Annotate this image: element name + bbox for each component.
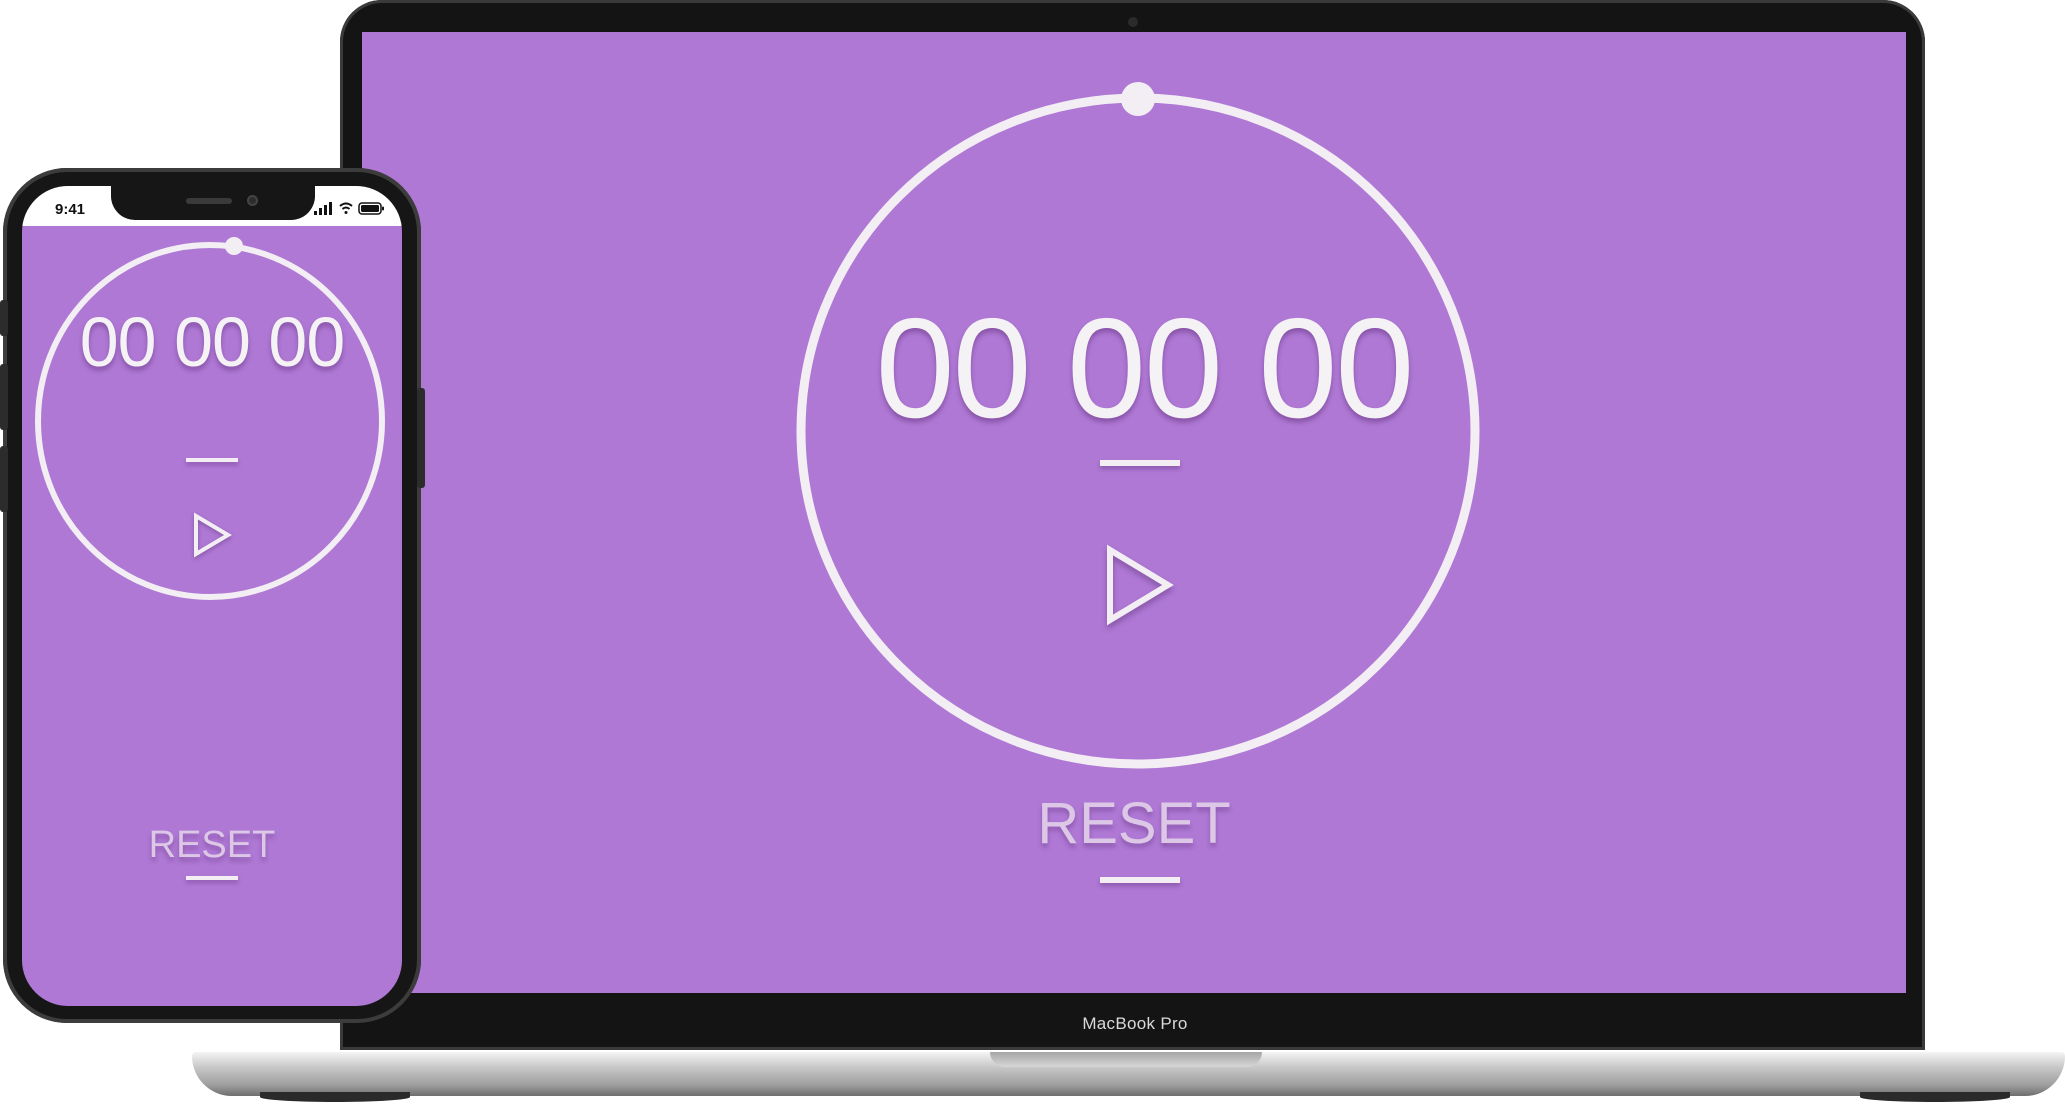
wifi-icon xyxy=(339,202,353,214)
laptop-brand-label: MacBook Pro xyxy=(1082,1014,1188,1033)
status-icons xyxy=(314,202,384,215)
play-icon xyxy=(1107,544,1174,626)
battery-icon xyxy=(358,202,384,215)
timer-underline xyxy=(186,458,238,462)
timer-display: 00 00 00 xyxy=(42,302,382,382)
play-button[interactable] xyxy=(1104,544,1176,626)
phone-volume-up-button xyxy=(0,364,8,430)
timer-hours: 00 xyxy=(79,303,157,381)
timer-display: 00 00 00 xyxy=(844,287,1444,451)
phone-speaker xyxy=(186,198,232,204)
play-button[interactable] xyxy=(192,512,232,558)
play-icon xyxy=(194,512,232,558)
reset-button[interactable]: RESET xyxy=(132,824,292,867)
phone-notch xyxy=(111,186,315,220)
status-time: 9:41 xyxy=(55,201,86,218)
reset-underline xyxy=(186,876,238,880)
laptop-foot-right xyxy=(1860,1092,2010,1102)
timer-hours: 00 xyxy=(875,289,1032,448)
laptop-screen: 00 00 00 RESET xyxy=(362,32,1906,993)
timer-seconds: 00 xyxy=(268,303,345,381)
phone-front-camera xyxy=(247,195,258,206)
laptop-foot-left xyxy=(260,1092,410,1102)
reset-underline xyxy=(1100,877,1180,883)
reset-button[interactable]: RESET xyxy=(1030,790,1238,857)
phone-silent-switch xyxy=(0,300,8,336)
phone-screen: 9:41 00 00 00 RESET xyxy=(22,186,402,1006)
signal-icon xyxy=(314,202,332,215)
phone-side-button xyxy=(417,388,425,488)
timer-minutes: 00 xyxy=(174,303,251,381)
timer-seconds: 00 xyxy=(1258,289,1414,448)
timer-minutes: 00 xyxy=(1067,289,1223,448)
phone-volume-down-button xyxy=(0,446,8,512)
laptop-camera xyxy=(1128,17,1138,27)
timer-ring-handle xyxy=(1121,82,1155,116)
laptop-opening-notch xyxy=(990,1052,1262,1067)
timer-ring-handle xyxy=(225,237,243,255)
timer-underline xyxy=(1100,460,1180,466)
